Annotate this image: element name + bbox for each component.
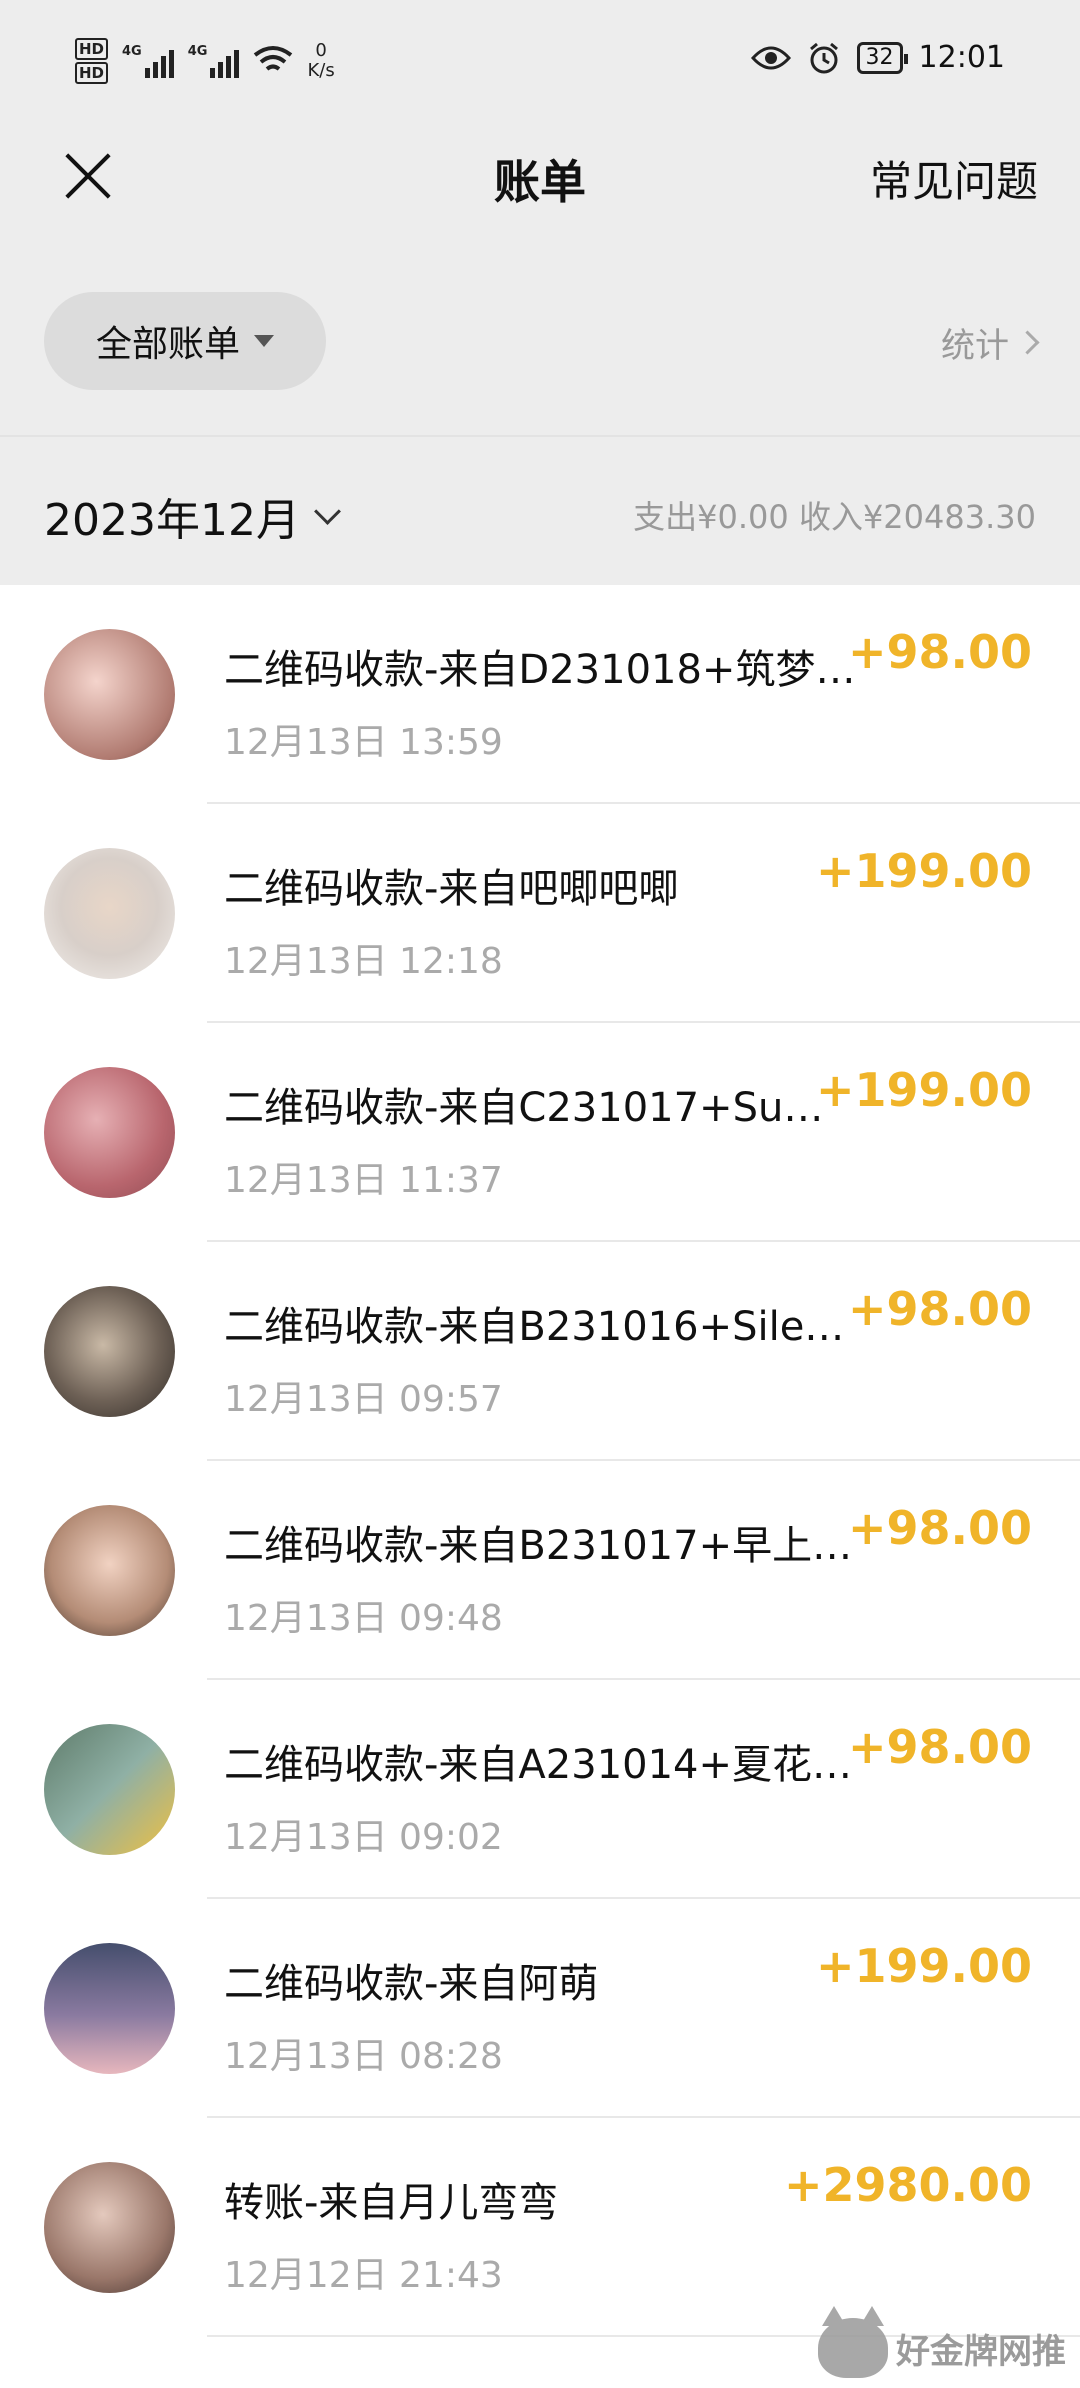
alarm-icon bbox=[809, 42, 838, 73]
avatar bbox=[44, 1505, 175, 1636]
watermark-text: 好金牌网推 bbox=[896, 2331, 1066, 2372]
divider bbox=[0, 435, 1080, 437]
stats-link[interactable]: 统计 bbox=[941, 318, 1040, 367]
transaction-desc: 二维码收款-来自B231016+Sile… bbox=[224, 1304, 845, 1350]
transaction-time: 12月13日 08:28 bbox=[224, 2036, 503, 2077]
transaction-amount: +199.00 bbox=[815, 1939, 1032, 1993]
clock: 12:01 bbox=[918, 40, 1005, 75]
cat-logo-icon bbox=[818, 2306, 888, 2378]
transaction-amount: +98.00 bbox=[847, 1720, 1032, 1774]
transaction-desc: 二维码收款-来自C231017+Su… bbox=[224, 1085, 824, 1131]
caret-down-icon bbox=[254, 335, 274, 347]
transaction-desc: 二维码收款-来自B231017+早上… bbox=[224, 1523, 853, 1569]
transaction-desc: 二维码收款-来自D231018+筑梦… bbox=[224, 647, 856, 693]
filter-label: 全部账单 bbox=[95, 324, 240, 365]
avatar bbox=[44, 1943, 175, 2074]
avatar bbox=[44, 1286, 175, 1417]
transaction-time: 12月13日 09:48 bbox=[224, 1598, 503, 1639]
transaction-time: 12月13日 11:37 bbox=[224, 1160, 503, 1201]
nav-bar: 账单 常见问题 bbox=[0, 120, 1080, 230]
signal-icon: 4G bbox=[122, 44, 174, 78]
transaction-list: 二维码收款-来自D231018+筑梦… 12月13日 13:59 +98.00 … bbox=[0, 585, 1080, 2337]
network-speed: 0 K/s bbox=[307, 40, 335, 81]
month-summary: 支出¥0.00 收入¥20483.30 bbox=[633, 498, 1036, 536]
transaction-amount: +2980.00 bbox=[783, 2158, 1032, 2212]
transaction-row[interactable]: 二维码收款-来自阿萌 12月13日 08:28 +199.00 bbox=[0, 1899, 1080, 2118]
faq-link[interactable]: 常见问题 bbox=[870, 148, 1038, 209]
battery-icon: 32 bbox=[856, 41, 908, 74]
transaction-row[interactable]: 二维码收款-来自C231017+Su… 12月13日 11:37 +199.00 bbox=[0, 1023, 1080, 1242]
watermark: 好金牌网推 bbox=[818, 2306, 1066, 2378]
avatar bbox=[44, 629, 175, 760]
avatar bbox=[44, 848, 175, 979]
transaction-row[interactable]: 二维码收款-来自吧唧吧唧 12月13日 12:18 +199.00 bbox=[0, 804, 1080, 1023]
avatar bbox=[44, 1067, 175, 1198]
transaction-time: 12月13日 12:18 bbox=[224, 941, 503, 982]
transaction-amount: +98.00 bbox=[847, 1501, 1032, 1555]
transaction-row[interactable]: 二维码收款-来自A231014+夏花… 12月13日 09:02 +98.00 bbox=[0, 1680, 1080, 1899]
transaction-time: 12月12日 21:43 bbox=[224, 2255, 503, 2296]
transaction-time: 12月13日 09:02 bbox=[224, 1817, 503, 1858]
status-bar: HD HD 4G 4G 0 K/s 32 12:01 bbox=[0, 0, 1080, 120]
transaction-amount: +98.00 bbox=[847, 1282, 1032, 1336]
transaction-row[interactable]: 二维码收款-来自B231017+早上… 12月13日 09:48 +98.00 bbox=[0, 1461, 1080, 1680]
month-selector[interactable]: 2023年12月 bbox=[44, 484, 341, 548]
avatar bbox=[44, 2162, 175, 2293]
transaction-row[interactable]: 二维码收款-来自D231018+筑梦… 12月13日 13:59 +98.00 bbox=[0, 585, 1080, 804]
transaction-time: 12月13日 09:57 bbox=[224, 1379, 503, 1420]
signal-icon-2: 4G bbox=[188, 44, 240, 78]
transaction-desc: 二维码收款-来自A231014+夏花… bbox=[224, 1742, 853, 1788]
stats-label: 统计 bbox=[941, 326, 1009, 366]
transaction-amount: +98.00 bbox=[847, 625, 1032, 679]
avatar bbox=[44, 1724, 175, 1855]
transaction-row[interactable]: 二维码收款-来自B231016+Sile… 12月13日 09:57 +98.0… bbox=[0, 1242, 1080, 1461]
eye-icon bbox=[750, 46, 791, 69]
transaction-desc: 二维码收款-来自吧唧吧唧 bbox=[224, 866, 679, 912]
wifi-icon bbox=[254, 46, 293, 71]
month-label: 2023年12月 bbox=[44, 495, 300, 546]
transaction-amount: +199.00 bbox=[815, 844, 1032, 898]
transaction-desc: 二维码收款-来自阿萌 bbox=[224, 1961, 599, 2007]
hd-indicator: HD HD bbox=[75, 36, 109, 86]
transaction-time: 12月13日 13:59 bbox=[224, 722, 503, 763]
transaction-desc: 转账-来自月儿弯弯 bbox=[224, 2180, 559, 2226]
transaction-row[interactable]: 转账-来自月儿弯弯 12月12日 21:43 +2980.00 bbox=[0, 2118, 1080, 2337]
transaction-amount: +199.00 bbox=[815, 1063, 1032, 1117]
chevron-down-icon bbox=[314, 497, 341, 525]
chevron-right-icon bbox=[1015, 330, 1040, 355]
bill-filter-dropdown[interactable]: 全部账单 bbox=[44, 292, 326, 390]
